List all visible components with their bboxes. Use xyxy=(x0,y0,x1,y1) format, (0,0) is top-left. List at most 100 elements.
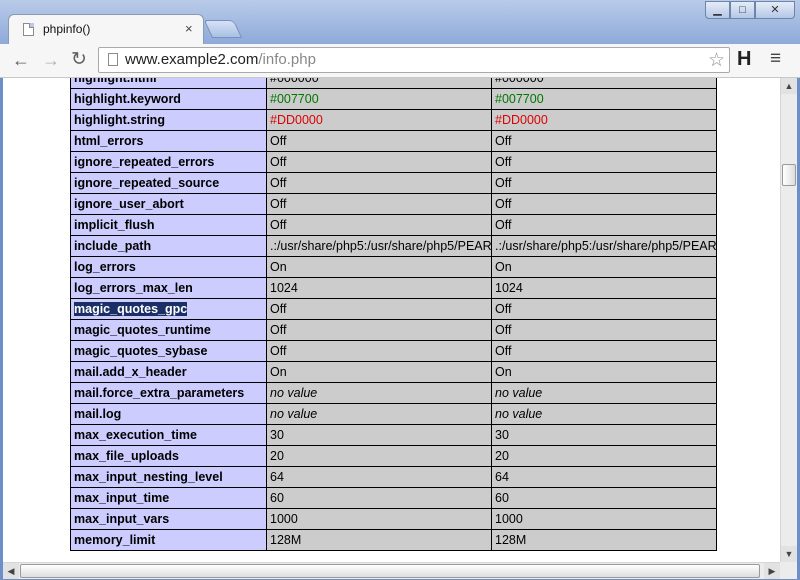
directive-name: html_errors xyxy=(74,134,144,148)
local-value-cell: Off xyxy=(266,172,492,194)
master-value-cell: Off xyxy=(491,340,717,362)
directive-name-cell: mail.log xyxy=(70,403,267,425)
table-row: memory_limit 128M 128M xyxy=(70,529,717,551)
extension-h-icon[interactable]: H xyxy=(737,48,751,71)
local-value: On xyxy=(270,365,287,379)
url-text[interactable]: www.example2.com/info.php xyxy=(125,51,316,68)
directive-name-cell: log_errors_max_len xyxy=(70,277,267,299)
directive-name: ignore_repeated_errors xyxy=(74,155,215,169)
table-row: highlight.html #000000 #000000 xyxy=(70,78,717,89)
master-value-cell: Off xyxy=(491,193,717,215)
directive-name: memory_limit xyxy=(74,533,156,547)
master-value-cell: On xyxy=(491,361,717,383)
directive-name: implicit_flush xyxy=(74,218,155,232)
local-value-cell: On xyxy=(266,361,492,383)
directive-name: log_errors xyxy=(74,260,136,274)
local-value: On xyxy=(270,260,287,274)
local-value-cell: #007700 xyxy=(266,88,492,110)
local-value: #007700 xyxy=(270,92,319,106)
local-value-cell: Off xyxy=(266,151,492,173)
master-value: 64 xyxy=(495,470,509,484)
vertical-scroll-thumb[interactable] xyxy=(782,164,796,186)
bookmark-star-icon[interactable]: ☆ xyxy=(708,49,725,72)
vertical-scrollbar[interactable]: ▲ ▼ xyxy=(780,78,797,562)
directive-name-cell: highlight.html xyxy=(70,78,267,89)
master-value-cell: no value xyxy=(491,382,717,404)
scroll-left-icon[interactable]: ◀ xyxy=(3,563,19,579)
master-value: Off xyxy=(495,197,512,211)
master-value-cell: 1000 xyxy=(491,508,717,530)
master-value: Off xyxy=(495,344,512,358)
directive-name: max_input_time xyxy=(74,491,170,505)
directive-name: max_file_uploads xyxy=(74,449,179,463)
directive-name: highlight.keyword xyxy=(74,92,181,106)
table-row: mail.add_x_header On On xyxy=(70,361,717,383)
new-tab-button[interactable] xyxy=(203,20,243,38)
directive-name: magic_quotes_gpc xyxy=(74,302,188,316)
local-value: 128M xyxy=(270,533,302,547)
tab-title: phpinfo() xyxy=(43,22,91,36)
back-icon[interactable]: ← xyxy=(10,49,32,71)
browser-tab[interactable]: phpinfo() × xyxy=(8,14,204,44)
local-value-cell: 60 xyxy=(266,487,492,509)
directive-name: max_input_nesting_level xyxy=(74,470,223,484)
master-value: Off xyxy=(495,302,512,316)
directive-name-cell: ignore_user_abort xyxy=(70,193,267,215)
table-row: max_input_nesting_level 64 64 xyxy=(70,466,717,488)
local-value-cell: 64 xyxy=(266,466,492,488)
scroll-right-icon[interactable]: ▶ xyxy=(764,563,780,579)
local-value: 1024 xyxy=(270,281,298,295)
local-value-cell: On xyxy=(266,256,492,278)
local-value: Off xyxy=(270,134,287,148)
master-value-cell: 64 xyxy=(491,466,717,488)
table-row: magic_quotes_runtime Off Off xyxy=(70,319,717,341)
directive-name-cell: max_execution_time xyxy=(70,424,267,446)
local-value-cell: no value xyxy=(266,403,492,425)
local-value-cell: Off xyxy=(266,319,492,341)
directive-name-cell: implicit_flush xyxy=(70,214,267,236)
master-value-cell: Off xyxy=(491,319,717,341)
directive-name-cell: max_input_vars xyxy=(70,508,267,530)
master-value: Off xyxy=(495,218,512,232)
directive-name-cell: magic_quotes_sybase xyxy=(70,340,267,362)
menu-icon[interactable]: ≡ xyxy=(770,48,781,70)
master-value: #000000 xyxy=(495,78,544,85)
table-row: max_execution_time 30 30 xyxy=(70,424,717,446)
horizontal-scrollbar[interactable]: ◀ ▶ xyxy=(3,562,780,579)
page-icon xyxy=(23,23,34,36)
master-value-cell: #DD0000 xyxy=(491,109,717,131)
local-value-cell: Off xyxy=(266,193,492,215)
scrollbar-corner xyxy=(780,562,797,579)
directive-name: magic_quotes_runtime xyxy=(74,323,211,337)
master-value-cell: #007700 xyxy=(491,88,717,110)
reload-icon[interactable]: ↻ xyxy=(68,49,90,71)
minimize-button[interactable]: ▁ xyxy=(705,1,730,19)
local-value: .:/usr/share/php5:/usr/share/php5/PEAR xyxy=(270,239,492,253)
local-value-cell: Off xyxy=(266,214,492,236)
close-window-button[interactable]: ✕ xyxy=(755,1,795,19)
master-value: Off xyxy=(495,134,512,148)
horizontal-scroll-thumb[interactable] xyxy=(20,564,760,578)
directive-name-cell: max_input_time xyxy=(70,487,267,509)
forward-icon[interactable]: → xyxy=(40,49,62,71)
table-row: highlight.string #DD0000 #DD0000 xyxy=(70,109,717,131)
local-value-cell: .:/usr/share/php5:/usr/share/php5/PEAR xyxy=(266,235,492,257)
address-bar[interactable]: www.example2.com/info.php ☆ xyxy=(98,47,730,73)
page-viewport: highlight.html #000000 #000000 highlight.ke… xyxy=(3,78,780,562)
scroll-up-icon[interactable]: ▲ xyxy=(781,78,797,94)
directive-name: max_execution_time xyxy=(74,428,197,442)
tab-close-icon[interactable]: × xyxy=(185,21,193,36)
master-value: On xyxy=(495,365,512,379)
table-row: max_input_time 60 60 xyxy=(70,487,717,509)
master-value: no value xyxy=(495,407,543,421)
scroll-down-icon[interactable]: ▼ xyxy=(781,546,797,562)
master-value: On xyxy=(495,260,512,274)
directive-name-cell: max_input_nesting_level xyxy=(70,466,267,488)
directive-name-cell: highlight.keyword xyxy=(70,88,267,110)
maximize-button[interactable]: □ xyxy=(730,1,755,19)
table-row: log_errors On On xyxy=(70,256,717,278)
local-value: Off xyxy=(270,323,287,337)
local-value: Off xyxy=(270,218,287,232)
local-value-cell: #000000 xyxy=(266,78,492,89)
directive-name: mail.log xyxy=(74,407,122,421)
